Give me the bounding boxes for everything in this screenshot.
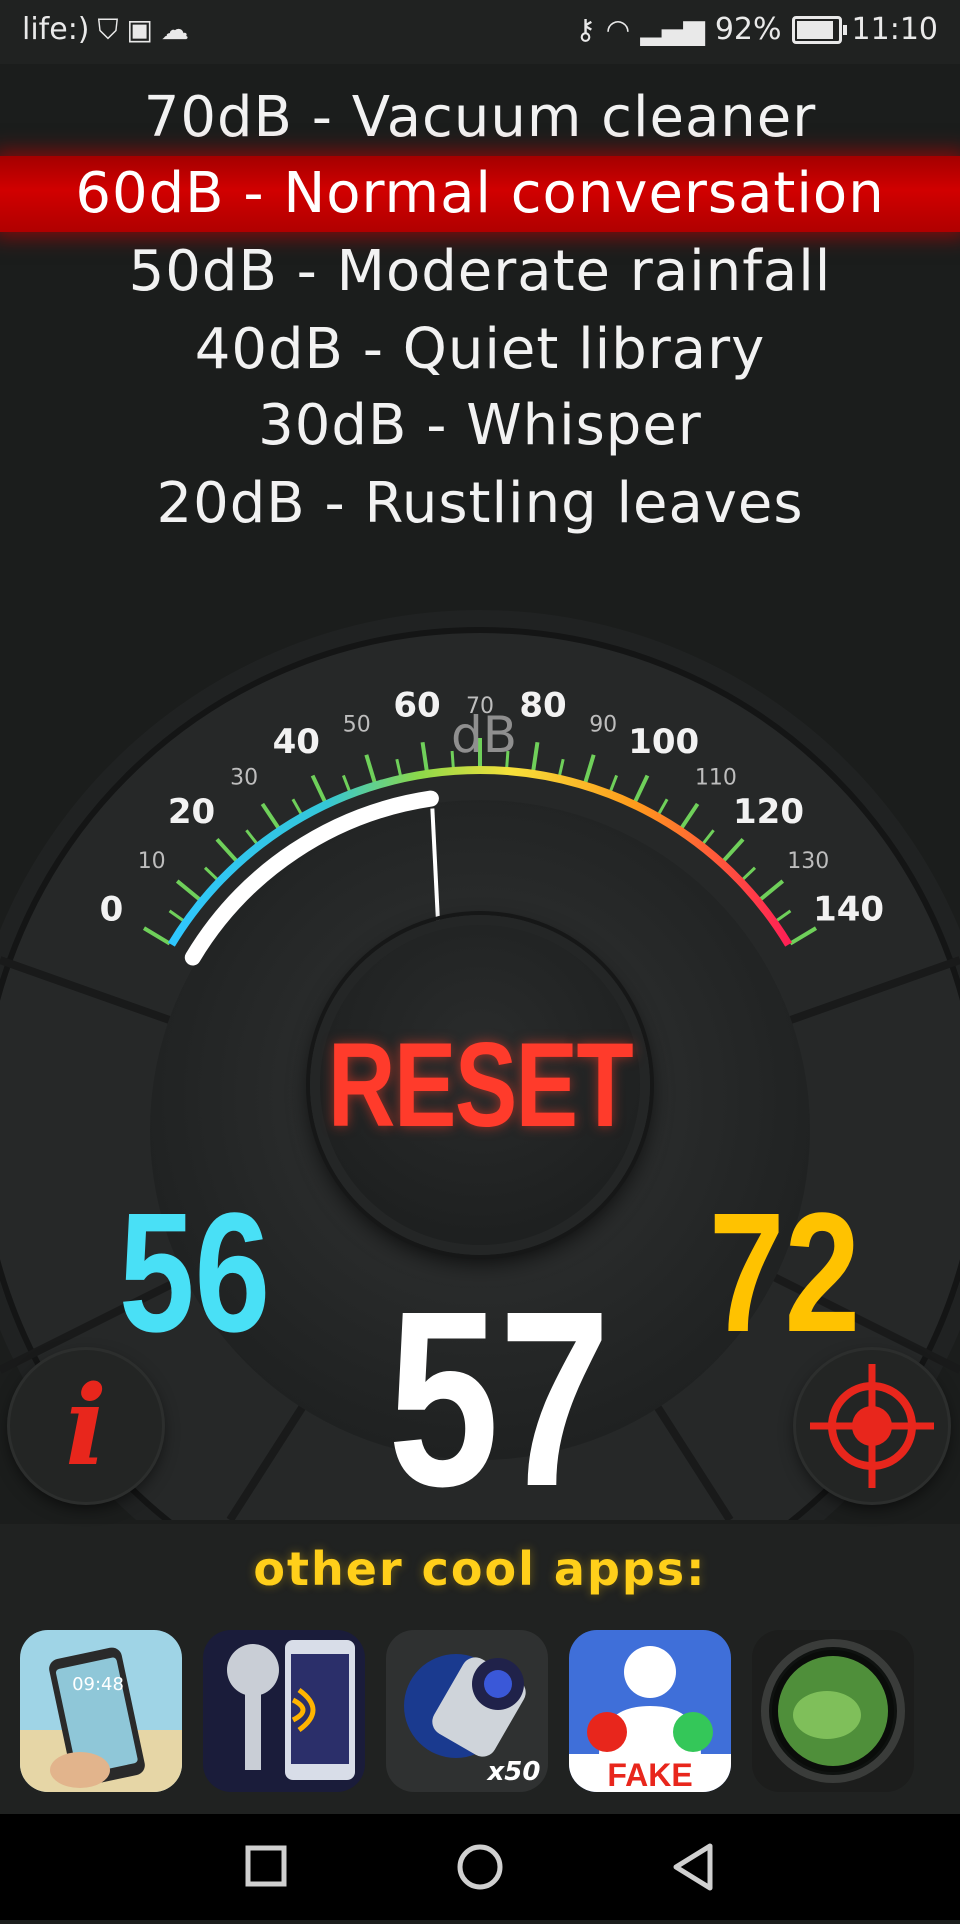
app-key-finder[interactable] [203, 1630, 365, 1792]
reset-button[interactable]: RESET [310, 915, 650, 1255]
calibrate-button[interactable] [796, 1350, 948, 1502]
zoom-badge: x50 [486, 1757, 541, 1787]
reference-item-30db: 30dB - Whisper [258, 393, 702, 458]
sound-meter-gauge: 0 20 40 60 80 100 120 140 10 30 50 70 90 110 130 dB RE… [0, 490, 960, 1538]
clock: 11:10 [851, 12, 938, 47]
gauge-major-label: 140 [813, 890, 884, 930]
gauge-minor-label: 50 [343, 712, 371, 737]
location-icon: ▣ [126, 12, 153, 46]
gauge-minor-label: 90 [589, 712, 617, 737]
fake-call-icon: FAKE [569, 1630, 731, 1792]
gauge-minor-label: 10 [138, 849, 166, 874]
gauge-major-label: 80 [519, 686, 566, 726]
other-apps-title: other cool apps: [253, 1542, 707, 1596]
square-icon [245, 1845, 287, 1887]
gauge-major-label: 20 [168, 792, 215, 832]
gauge-major-label: 120 [733, 792, 804, 832]
current-value: 57 [387, 1259, 611, 1538]
gauge-minor-label: 130 [787, 849, 829, 874]
other-apps-section: other cool apps: 09:48 x50 FAKE [0, 1524, 960, 1814]
app-transparent-phone[interactable]: 09:48 [20, 1630, 182, 1792]
noise-reference-list[interactable]: 80dB - Food blender 70dB - Vacuum cleane… [0, 0, 960, 540]
key-icon: ⚷ [575, 12, 596, 46]
info-icon: i [65, 1361, 107, 1490]
circle-icon [457, 1844, 503, 1890]
back-button[interactable] [634, 1814, 754, 1920]
wifi-icon: ◠ [605, 12, 631, 46]
night-vision-icon [752, 1630, 914, 1792]
reference-item-40db: 40dB - Quiet library [194, 317, 766, 382]
signal-icon: ▂▄▆ [640, 12, 705, 46]
min-value: 56 [118, 1178, 271, 1368]
home-button[interactable] [420, 1814, 540, 1920]
shield-icon: ⛉ [97, 12, 119, 46]
gauge-major-label: 100 [628, 722, 699, 762]
gauge-major-label: 0 [100, 890, 124, 930]
gauge-major-label: 40 [273, 722, 320, 762]
reference-item-20db: 20dB - Rustling leaves [156, 471, 804, 536]
transparent-phone-icon: 09:48 [20, 1630, 182, 1792]
status-left: life:) ⛉ ▣ ☁ [22, 12, 189, 47]
fake-badge: FAKE [607, 1757, 692, 1792]
zoom-camera-icon: x50 [386, 1630, 548, 1792]
app-fake-call[interactable]: FAKE [569, 1630, 731, 1792]
reference-item-60db-active: 60dB - Normal conversation [0, 156, 960, 232]
gauge-minor-label: 30 [230, 766, 258, 791]
max-value: 72 [708, 1178, 861, 1368]
battery-percent: 92% [714, 12, 782, 47]
recents-button[interactable] [206, 1814, 326, 1920]
app-night-vision[interactable] [752, 1630, 914, 1792]
reset-button-label: RESET [327, 1018, 634, 1152]
battery-icon [791, 15, 847, 44]
gauge-unit-label: dB [451, 706, 517, 764]
reference-item-70db: 70dB - Vacuum cleaner [143, 85, 817, 150]
cloud-icon: ☁ [160, 12, 189, 46]
gauge-major-label: 60 [393, 686, 440, 726]
status-right: ⚷ ◠ ▂▄▆ 92% 11:10 [575, 12, 938, 47]
key-finder-icon [203, 1630, 365, 1792]
triangle-back-icon [673, 1843, 713, 1891]
info-button[interactable]: i [10, 1350, 162, 1502]
navigation-bar [0, 1814, 960, 1920]
status-bar: life:) ⛉ ▣ ☁ ⚷ ◠ ▂▄▆ 92% 11:10 [0, 0, 960, 64]
carrier-label: life:) [22, 12, 90, 47]
crosshair-icon [810, 1364, 934, 1488]
reference-item-50db: 50dB - Moderate rainfall [128, 239, 832, 304]
svg-text:09:48: 09:48 [72, 1674, 124, 1695]
app-zoom-camera[interactable]: x50 [386, 1630, 548, 1792]
gauge-minor-label: 110 [695, 766, 737, 791]
